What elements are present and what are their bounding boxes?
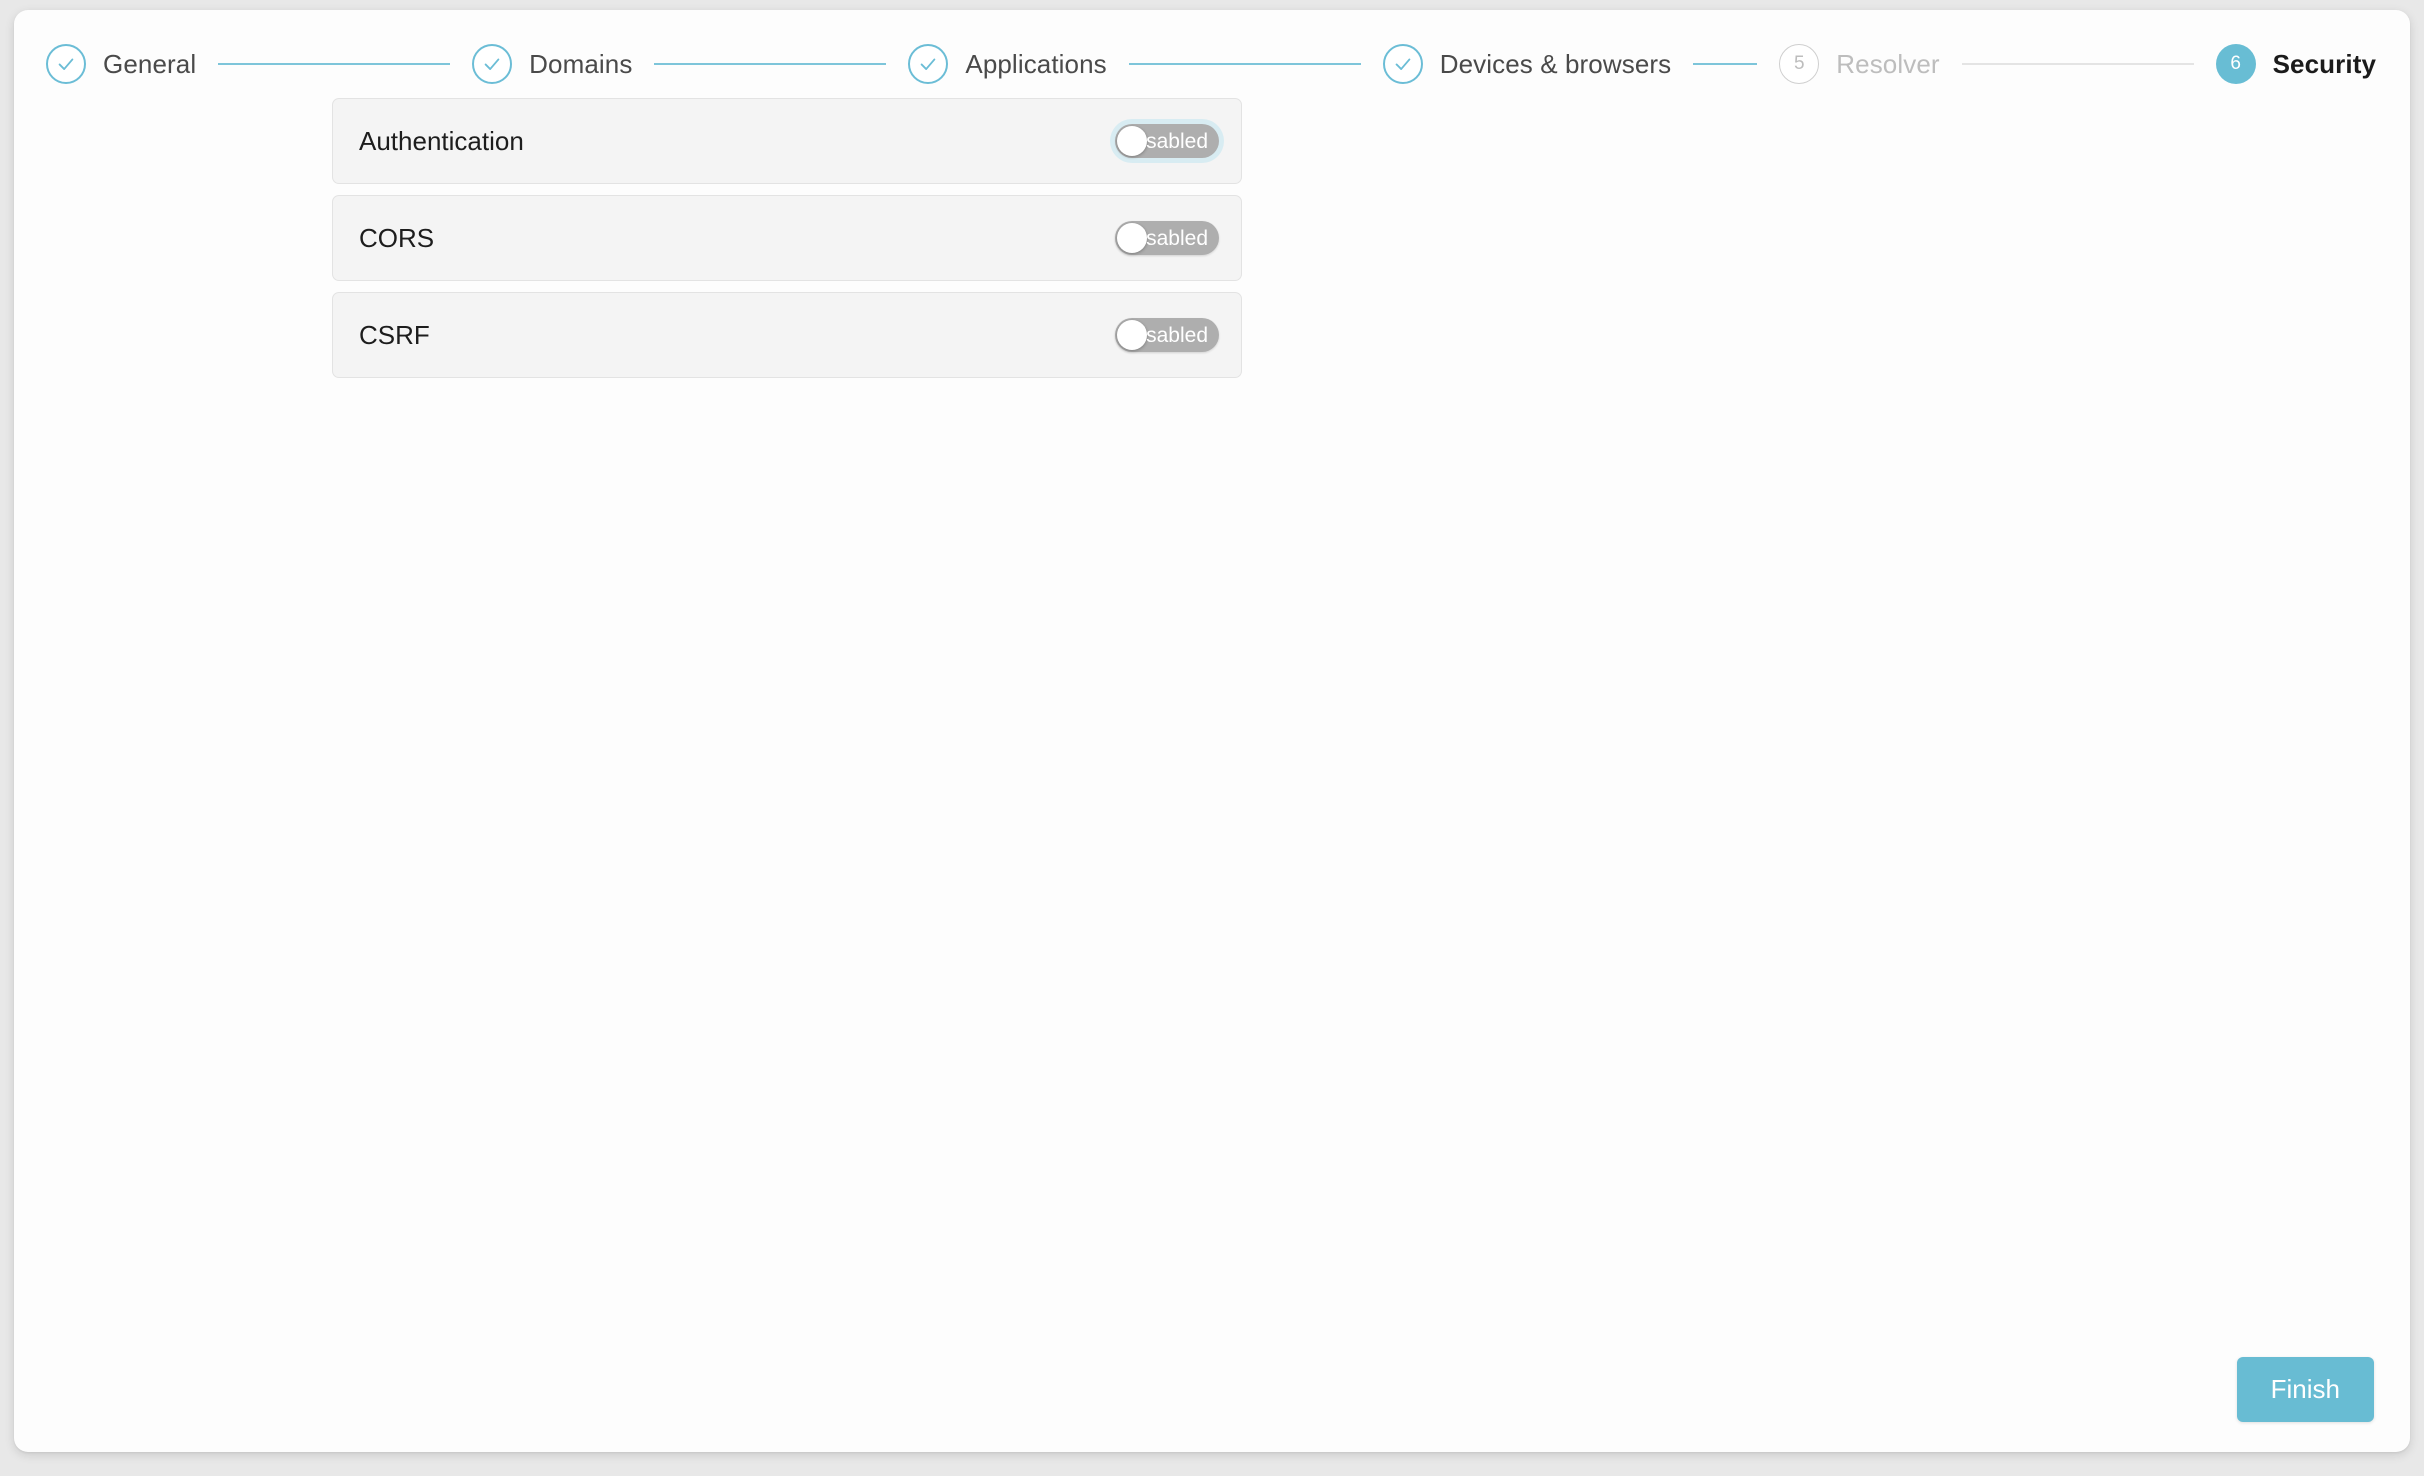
setting-title-cors: CORS (359, 222, 435, 253)
step-general-label: General (103, 48, 197, 79)
step-security-number: 6 (2230, 53, 2241, 74)
wizard-panel: General Domains Applications Devices & b… (14, 10, 2410, 1452)
step-resolver-number: 5 (1793, 53, 1805, 74)
step-resolver-label: Resolver (1836, 48, 1940, 79)
check-icon (58, 58, 74, 70)
step-devices-browsers-circle (1382, 44, 1423, 84)
setting-title-authentication: Authentication (359, 125, 524, 156)
step-general[interactable]: General (46, 44, 196, 84)
connector-4 (1693, 63, 1758, 65)
security-settings-list: Authentication Disabled CORS Disabled CS… (332, 98, 1242, 389)
toggle-authentication-label: Disabled (1126, 129, 1208, 153)
step-devices-browsers[interactable]: Devices & browsers (1382, 44, 1672, 84)
toggle-cors[interactable]: Disabled (1115, 221, 1219, 255)
step-security-label: Security (2272, 48, 2377, 79)
setting-card-authentication: Authentication Disabled (332, 98, 1242, 184)
check-icon (484, 58, 500, 70)
step-domains-circle (472, 44, 513, 84)
wizard-footer: Finish (2236, 1357, 2374, 1422)
step-applications-circle (908, 44, 949, 84)
finish-button[interactable]: Finish (2236, 1357, 2374, 1422)
step-domains[interactable]: Domains (472, 44, 632, 84)
connector-3 (1128, 63, 1361, 65)
toggle-csrf-label: Disabled (1126, 323, 1208, 347)
check-icon (921, 58, 936, 70)
setting-title-csrf: CSRF (359, 319, 430, 350)
toggle-cors-label: Disabled (1126, 226, 1208, 250)
connector-5 (1961, 63, 2194, 65)
step-applications-label: Applications (965, 48, 1107, 79)
step-general-circle (46, 44, 86, 84)
toggle-csrf[interactable]: Disabled (1115, 318, 1219, 352)
setting-card-cors: CORS Disabled (332, 195, 1242, 281)
toggle-authentication[interactable]: Disabled (1115, 124, 1219, 158)
step-resolver[interactable]: 5 Resolver (1779, 44, 1940, 84)
step-domains-label: Domains (529, 48, 633, 79)
connector-1 (218, 63, 451, 65)
step-security-circle: 6 (2215, 44, 2256, 84)
step-applications[interactable]: Applications (908, 44, 1107, 84)
setting-card-csrf: CSRF Disabled (332, 292, 1242, 378)
check-icon (1395, 58, 1411, 70)
connector-2 (654, 63, 887, 65)
step-security[interactable]: 6 Security (2215, 44, 2377, 84)
step-resolver-circle: 5 (1779, 44, 1820, 84)
step-devices-browsers-label: Devices & browsers (1439, 48, 1672, 79)
